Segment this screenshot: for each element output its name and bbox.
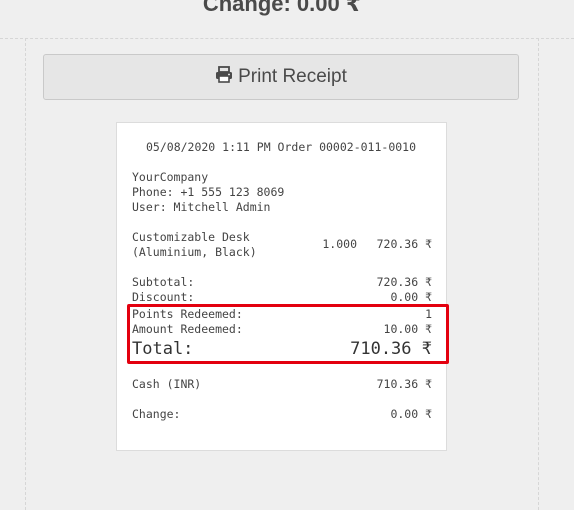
change-label: Change: [132, 407, 181, 421]
receipt: 05/08/2020 1:11 PM Order 00002-011-0010 … [116, 122, 447, 451]
discount-label: Discount: [132, 290, 195, 304]
top-divider [0, 38, 574, 39]
change-value: 0.00 ₹ [390, 407, 432, 421]
discount-value: 0.00 ₹ [390, 290, 432, 304]
amount-redeemed-label: Amount Redeemed: [132, 322, 243, 336]
item-variant: (Aluminium, Black) [132, 245, 257, 259]
payment-amount: 710.36 ₹ [376, 377, 432, 391]
printer-icon [215, 65, 238, 89]
order-line: 05/08/2020 1:11 PM Order 00002-011-0010 [146, 140, 417, 154]
points-redeemed-value: 1 [425, 307, 432, 321]
company-phone: Phone: +1 555 123 8069 [132, 185, 285, 199]
right-divider [538, 38, 539, 510]
item-name: Customizable Desk [132, 230, 250, 244]
item-price: 720.36 ₹ [376, 237, 432, 251]
total-value: 710.36 ₹ [350, 339, 432, 359]
item-qty: 1.000 [322, 237, 357, 251]
amount-redeemed-value: 10.00 ₹ [383, 322, 432, 336]
print-receipt-label: Print Receipt [238, 66, 347, 87]
subtotal-value: 720.36 ₹ [376, 275, 432, 289]
subtotal-label: Subtotal: [132, 275, 195, 289]
payment-method-label: Cash (INR) [132, 377, 202, 391]
total-label: Total: [132, 339, 194, 359]
points-redeemed-label: Points Redeemed: [132, 307, 243, 321]
user-line: User: Mitchell Admin [132, 200, 271, 214]
company-name: YourCompany [132, 170, 209, 184]
print-receipt-button[interactable]: Print Receipt [43, 54, 519, 100]
left-divider [25, 38, 26, 510]
change-header: Change: 0.00 ₹ [202, 0, 362, 16]
